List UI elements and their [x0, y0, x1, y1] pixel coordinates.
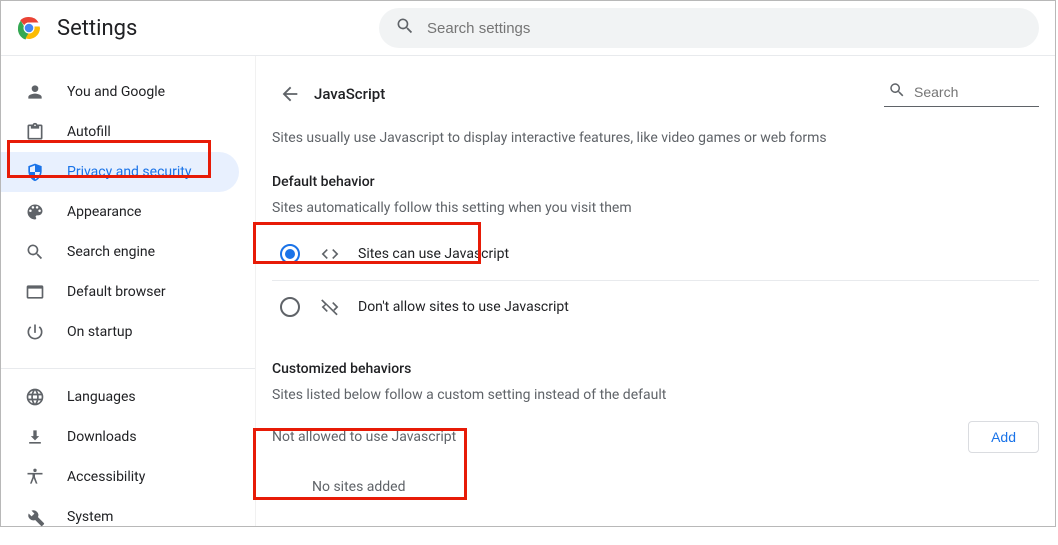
accessibility-icon [25, 467, 45, 487]
no-sites-text: No sites added [272, 479, 1039, 495]
main-content: JavaScript Sites usually use Javascript … [256, 56, 1055, 526]
sidebar-item-label: Languages [67, 389, 136, 405]
default-behavior-sub: Sites automatically follow this setting … [272, 200, 1039, 216]
option-block-javascript[interactable]: Don't allow sites to use Javascript [272, 281, 1039, 333]
sidebar-item-label: Search engine [67, 244, 155, 260]
sidebar-item-label: Appearance [67, 204, 141, 220]
sidebar-item-you-and-google[interactable]: You and Google [1, 72, 239, 112]
sidebar-item-label: System [67, 509, 113, 525]
clipboard-icon [25, 122, 45, 142]
page-title: JavaScript [314, 85, 385, 103]
download-icon [25, 427, 45, 447]
sidebar-item-label: Accessibility [67, 469, 145, 485]
chrome-logo-icon [17, 16, 41, 40]
code-icon [320, 244, 340, 264]
sidebar: You and Google Autofill Privacy and secu… [1, 56, 256, 526]
sidebar-item-languages[interactable]: Languages [1, 377, 239, 417]
shield-icon [25, 162, 45, 182]
page-search[interactable] [884, 81, 1039, 107]
not-allowed-title: Not allowed to use Javascript [272, 429, 456, 445]
radio-unchecked-icon [280, 297, 300, 317]
custom-behaviors-sub: Sites listed below follow a custom setti… [272, 387, 1039, 403]
search-icon [395, 16, 415, 40]
sidebar-item-accessibility[interactable]: Accessibility [1, 457, 239, 497]
sidebar-item-label: Downloads [67, 429, 137, 445]
back-button[interactable] [272, 76, 308, 112]
default-behavior-title: Default behavior [272, 174, 1039, 190]
global-search-input[interactable] [427, 20, 1023, 37]
sidebar-item-label: Default browser [67, 284, 166, 300]
app-header: Settings [1, 1, 1055, 56]
sidebar-item-search-engine[interactable]: Search engine [1, 232, 239, 272]
sidebar-item-label: On startup [67, 324, 133, 340]
search-icon [888, 81, 906, 103]
page-search-input[interactable] [914, 84, 1035, 100]
palette-icon [25, 202, 45, 222]
sidebar-item-privacy-security[interactable]: Privacy and security [1, 152, 239, 192]
power-icon [25, 322, 45, 342]
option-allow-javascript[interactable]: Sites can use Javascript [272, 228, 1039, 280]
global-search[interactable] [379, 8, 1039, 48]
code-off-icon [320, 297, 340, 317]
sidebar-item-default-browser[interactable]: Default browser [1, 272, 239, 312]
radio-checked-icon [280, 244, 300, 264]
sidebar-item-on-startup[interactable]: On startup [1, 312, 239, 352]
option-block-label: Don't allow sites to use Javascript [358, 299, 569, 315]
sidebar-item-system[interactable]: System [1, 497, 239, 537]
sidebar-item-appearance[interactable]: Appearance [1, 192, 239, 232]
sidebar-item-autofill[interactable]: Autofill [1, 112, 239, 152]
wrench-icon [25, 507, 45, 527]
search-icon [25, 242, 45, 262]
sidebar-item-label: You and Google [67, 84, 165, 100]
sidebar-item-downloads[interactable]: Downloads [1, 417, 239, 457]
globe-icon [25, 387, 45, 407]
browser-icon [25, 282, 45, 302]
app-title: Settings [57, 16, 137, 41]
add-site-button[interactable]: Add [968, 421, 1039, 453]
sidebar-item-label: Autofill [67, 124, 111, 140]
option-allow-label: Sites can use Javascript [358, 246, 509, 262]
person-icon [25, 82, 45, 102]
sidebar-item-label: Privacy and security [67, 164, 191, 180]
sidebar-divider [1, 368, 255, 369]
page-description: Sites usually use Javascript to display … [272, 130, 1039, 146]
custom-behaviors-title: Customized behaviors [272, 361, 1039, 377]
